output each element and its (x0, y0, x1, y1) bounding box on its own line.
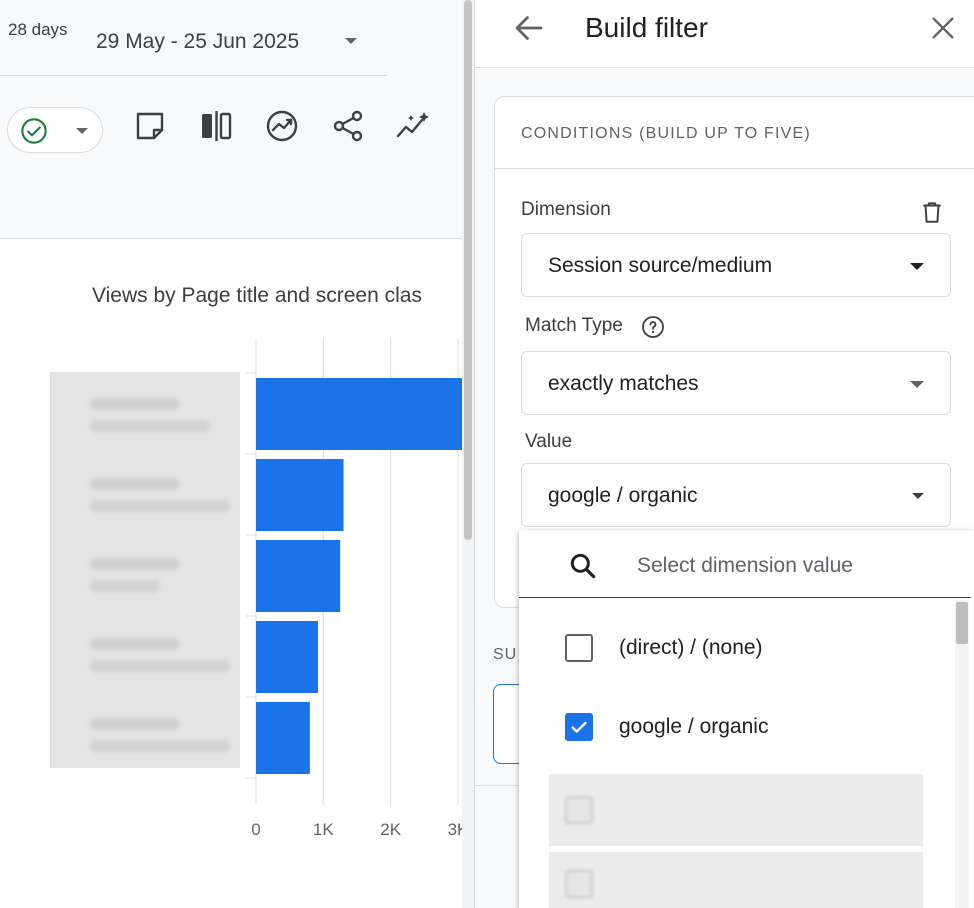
match-type-select[interactable]: exactly matches (521, 351, 951, 415)
close-icon[interactable] (927, 12, 959, 44)
bar[interactable] (256, 378, 462, 450)
dropdown-option-redacted[interactable] (549, 852, 923, 908)
conditions-heading: CONDITIONS (BUILD UP TO FIVE) (521, 125, 811, 142)
help-icon[interactable] (641, 315, 665, 339)
scrollbar-thumb[interactable] (464, 0, 472, 540)
scrollbar-thumb[interactable] (956, 602, 968, 644)
dropdown-option[interactable]: (direct) / (none) (519, 618, 949, 678)
chevron-down-icon (76, 128, 88, 134)
report-header: 28 days 29 May - 25 Jun 2025 (0, 0, 462, 239)
match-type-label: Match Type (525, 315, 623, 336)
dropdown-scrollbar[interactable] (955, 600, 969, 908)
dimension-value-dropdown: (direct) / (none) google / organic (519, 530, 974, 908)
subsequent-section-label: SU (493, 646, 518, 663)
dimension-select[interactable]: Session source/medium (521, 233, 951, 297)
value-select[interactable]: google / organic (521, 463, 951, 527)
value-value: google / organic (548, 484, 698, 507)
insights-icon[interactable] (262, 106, 302, 146)
bar[interactable] (256, 702, 310, 774)
date-range-picker[interactable]: 29 May - 25 Jun 2025 (96, 30, 299, 54)
share-icon[interactable] (328, 106, 368, 146)
bar-chart: 0 1K 2K 3K (246, 338, 462, 839)
app-root: 28 days 29 May - 25 Jun 2025 Views by Pa… (0, 0, 974, 908)
panel-header: Build filter (475, 0, 974, 68)
compare-icon[interactable] (196, 106, 236, 146)
report-scrollbar[interactable] (462, 0, 474, 908)
sparkle-icon[interactable] (394, 106, 434, 146)
x-tick-label: 1K (313, 820, 334, 839)
dropdown-option-redacted[interactable] (549, 774, 923, 846)
divider (0, 75, 387, 76)
chevron-down-icon[interactable] (345, 38, 357, 44)
chart-title: Views by Page title and screen clas (92, 284, 422, 307)
arrow-back-icon[interactable] (511, 10, 547, 46)
check-circle-icon (21, 118, 47, 144)
x-tick-label: 0 (251, 820, 260, 839)
dropdown-search (519, 530, 971, 598)
option-label: google / organic (619, 715, 769, 738)
dropdown-option[interactable]: google / organic (519, 697, 949, 757)
status-menu-button[interactable] (7, 107, 103, 153)
report-area: 28 days 29 May - 25 Jun 2025 Views by Pa… (0, 0, 462, 908)
checkbox-checked[interactable] (565, 713, 593, 741)
note-icon[interactable] (130, 106, 170, 146)
bar[interactable] (256, 621, 318, 693)
chevron-down-icon (910, 381, 924, 388)
checkmark-icon (571, 721, 587, 733)
search-icon (570, 553, 596, 579)
date-days-chip: 28 days (8, 20, 68, 39)
value-label: Value (525, 431, 573, 452)
trash-icon[interactable] (919, 199, 945, 225)
dimension-value: Session source/medium (548, 254, 773, 277)
option-label: (direct) / (none) (619, 636, 763, 659)
x-tick-label: 3K (448, 820, 462, 839)
dimension-label: Dimension (521, 199, 611, 220)
conditions-header: CONDITIONS (BUILD UP TO FIVE) (495, 97, 974, 169)
x-tick-label: 2K (380, 820, 401, 839)
match-type-value: exactly matches (548, 372, 699, 395)
chevron-down-icon (910, 263, 924, 270)
dimension-value-search-input[interactable] (637, 548, 957, 584)
checkbox[interactable] (565, 870, 593, 898)
chevron-down-icon (912, 493, 924, 499)
bar[interactable] (256, 459, 344, 531)
checkbox[interactable] (565, 634, 593, 662)
checkbox[interactable] (565, 796, 593, 824)
bar[interactable] (256, 540, 341, 612)
panel-title: Build filter (585, 12, 708, 43)
